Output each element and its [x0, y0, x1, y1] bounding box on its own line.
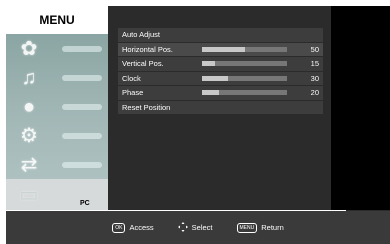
sound-icon: ♫: [21, 66, 37, 89]
menu-key-icon: MENU: [236, 222, 258, 233]
sidebar-item-label: [62, 132, 102, 139]
sidebar: ✿ ♫ ● ⚙ ⇄ ▭ PC: [6, 34, 108, 210]
select-hint: Select: [177, 221, 213, 234]
return-label: Return: [261, 223, 284, 232]
sidebar-item-label: [62, 103, 102, 110]
sidebar-item-label: [62, 45, 102, 52]
sidebar-item-label: PC: [80, 200, 90, 207]
channel-icon: ●: [22, 95, 36, 118]
sidebar-item-pc[interactable]: ▭ PC: [6, 179, 108, 210]
clock-slider[interactable]: [202, 75, 287, 81]
move-arrows-icon: [177, 221, 188, 234]
phase-label: Phase: [122, 88, 144, 98]
sidebar-item-setup[interactable]: ⚙: [6, 121, 108, 150]
access-label: Access: [129, 223, 154, 232]
clock-fill: [202, 75, 228, 81]
horizontal-pos-value: 50: [310, 44, 319, 54]
sidebar-item-channel[interactable]: ●: [6, 92, 108, 121]
sidebar-item-input[interactable]: ⇄: [6, 150, 108, 179]
setup-icon: ⚙: [20, 124, 38, 147]
horizontal-pos-label: Horizontal Pos.: [122, 44, 173, 54]
phase-fill: [202, 90, 219, 95]
phase-item[interactable]: Phase 20: [118, 86, 323, 100]
reset-position-item[interactable]: Reset Position: [118, 100, 323, 114]
horizontal-pos-slider[interactable]: [202, 46, 287, 52]
ok-key-icon: OK: [112, 222, 126, 233]
access-hint: OK Access: [112, 222, 154, 233]
horizontal-pos-fill: [202, 46, 245, 52]
auto-adjust-label: Auto Adjust: [122, 30, 160, 40]
select-label: Select: [191, 223, 213, 232]
sidebar-item-sound[interactable]: ♫: [6, 63, 108, 92]
horizontal-pos-item[interactable]: Horizontal Pos. 50: [118, 42, 323, 56]
input-icon: ⇄: [20, 153, 38, 176]
vertical-pos-item[interactable]: Vertical Pos. 15: [118, 57, 323, 71]
footer-hints: OK Access Select MENU Return: [6, 211, 390, 244]
pc-icon: ▭: [19, 183, 39, 206]
vertical-pos-fill: [202, 61, 215, 66]
vertical-pos-slider[interactable]: [202, 61, 287, 66]
right-panel: [331, 6, 390, 210]
clock-item[interactable]: Clock 30: [118, 71, 323, 85]
phase-slider[interactable]: [202, 90, 287, 95]
pc-submenu: Auto Adjust Horizontal Pos. 50 Vertical …: [118, 28, 323, 130]
phase-value: 20: [310, 88, 319, 98]
clock-label: Clock: [122, 73, 141, 83]
vertical-pos-value: 15: [310, 59, 319, 69]
sidebar-item-picture[interactable]: ✿: [6, 34, 108, 63]
sidebar-item-label: [62, 161, 102, 168]
clock-value: 30: [310, 73, 319, 83]
picture-icon: ✿: [20, 37, 38, 60]
tv-screen: MENU ✿ ♫ ● ⚙ ⇄ ▭ PC Auto Adjust Horizont…: [6, 6, 390, 244]
reset-position-label: Reset Position: [122, 102, 171, 112]
sidebar-item-label: [62, 74, 102, 81]
return-hint: MENU Return: [236, 222, 284, 233]
menu-title: MENU: [6, 6, 108, 34]
vertical-pos-label: Vertical Pos.: [122, 59, 164, 69]
auto-adjust-item[interactable]: Auto Adjust: [118, 28, 323, 42]
